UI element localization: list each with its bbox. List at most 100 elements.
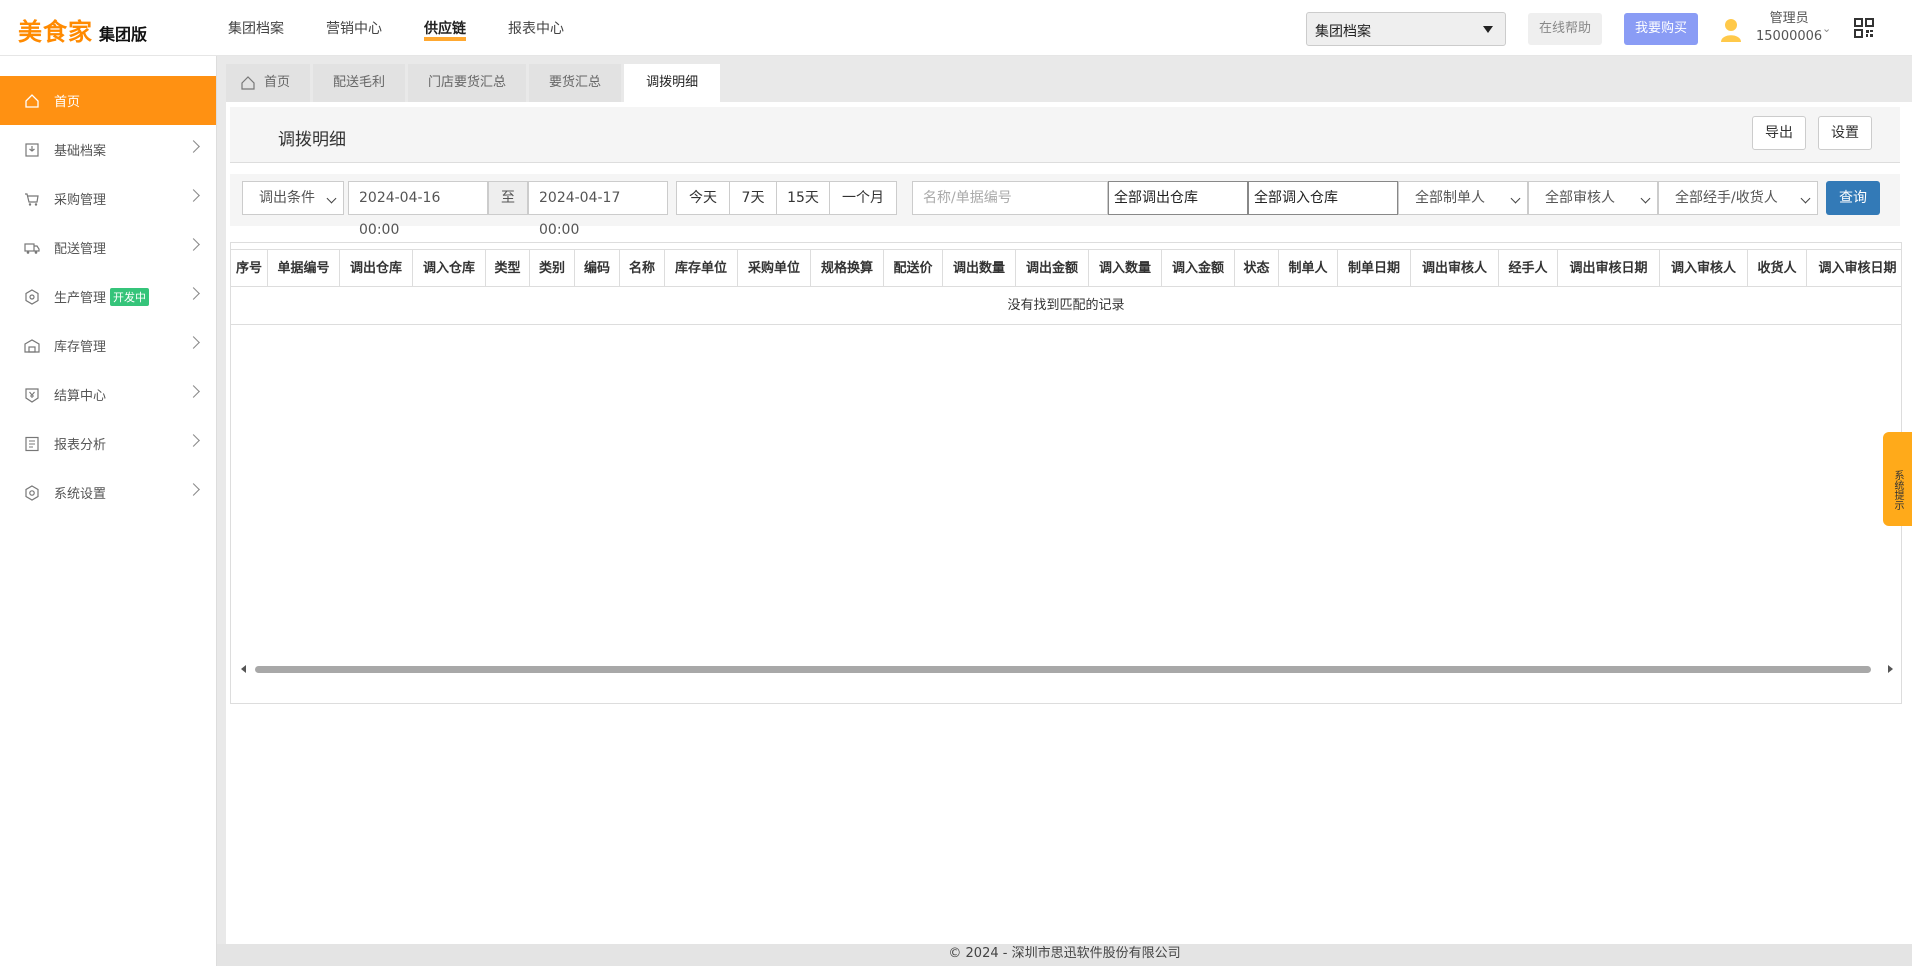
sidebar-item-inventory[interactable]: 库存管理 [0, 321, 216, 370]
tab-label: 要货汇总 [549, 75, 602, 90]
topnav-item-marketing[interactable]: 营销中心 [326, 18, 382, 38]
topnav-item-reports[interactable]: 报表中心 [508, 18, 564, 38]
quick-month-button[interactable]: 一个月 [829, 181, 897, 215]
date-range-separator: 至 [488, 181, 528, 215]
out-warehouse-select[interactable]: 全部调出仓库 [1108, 181, 1248, 215]
chevron-right-icon [187, 140, 200, 153]
sidebar-item-label: 库存管理 [54, 340, 107, 355]
sidebar-item-system-settings[interactable]: 系统设置 [0, 468, 216, 517]
chevron-right-icon [187, 189, 200, 202]
sidebar-item-settlement[interactable]: 结算中心 [0, 370, 216, 419]
sidebar-item-home[interactable]: 首页 [0, 76, 216, 125]
tab-label: 首页 [264, 75, 291, 90]
auditor-select[interactable]: 全部审核人 [1528, 181, 1658, 215]
sidebar-item-production[interactable]: 生产管理 开发中 [0, 272, 216, 321]
column-header[interactable]: 规格换算 [811, 250, 884, 287]
column-header[interactable]: 调出审核人 [1411, 250, 1499, 287]
tab-transfer-detail[interactable]: 调拨明细 [624, 64, 721, 102]
quick-15days-button[interactable]: 15天 [776, 181, 830, 215]
column-header[interactable]: 序号 [231, 250, 268, 287]
horizontal-scrollbar[interactable] [239, 663, 1895, 675]
buy-button[interactable]: 我要购买 [1624, 13, 1698, 45]
column-header[interactable]: 调入审核人 [1660, 250, 1748, 287]
in-warehouse-select[interactable]: 全部调入仓库 [1248, 181, 1398, 215]
quick-today-button[interactable]: 今天 [676, 181, 730, 215]
quick-7days-button[interactable]: 7天 [729, 181, 777, 215]
column-header[interactable]: 单据编号 [268, 250, 340, 287]
column-header[interactable]: 调出数量 [943, 250, 1016, 287]
export-button[interactable]: 导出 [1752, 116, 1806, 150]
column-header[interactable]: 采购单位 [738, 250, 811, 287]
topnav-item-group-archive[interactable]: 集团档案 [228, 18, 284, 38]
column-header[interactable]: 配送价 [884, 250, 943, 287]
system-tip-tab[interactable]: 系统提示 [1883, 432, 1912, 526]
column-header[interactable]: 制单日期 [1338, 250, 1411, 287]
report-icon [25, 436, 39, 451]
module-select-value: 集团档案 [1315, 24, 1371, 40]
table-header: 序号 单据编号 调出仓库 调入仓库 类型 类别 编码 名称 库存单位 采购单位 … [231, 249, 1901, 287]
settings-icon [25, 484, 39, 501]
tab-label: 门店要货汇总 [428, 75, 507, 90]
column-header[interactable]: 类型 [486, 250, 530, 287]
column-header[interactable]: 状态 [1235, 250, 1279, 287]
production-icon [25, 288, 39, 305]
column-header[interactable]: 调出仓库 [340, 250, 413, 287]
warehouse-icon [24, 338, 40, 353]
chevron-right-icon [187, 483, 200, 496]
date-from-input[interactable]: 2024-04-16 00:00 [348, 181, 488, 238]
column-header[interactable]: 名称 [620, 250, 665, 287]
qrcode-icon[interactable] [1854, 18, 1874, 38]
archive-icon [25, 142, 39, 157]
user-role: 管理员 [1769, 11, 1809, 26]
caret-down-icon [1483, 26, 1493, 33]
column-header[interactable]: 调入审核日期 [1807, 250, 1901, 287]
sidebar-item-basic-archive[interactable]: 基础档案 [0, 125, 216, 174]
scroll-left-icon[interactable] [241, 665, 246, 673]
user-info[interactable]: 管理员 15000006 [1756, 10, 1822, 46]
user-avatar-icon[interactable] [1720, 18, 1742, 42]
tab-store-requisition-summary[interactable]: 门店要货汇总 [408, 64, 527, 102]
home-icon [25, 93, 39, 108]
user-id: 15000006 [1756, 29, 1823, 44]
column-header[interactable]: 类别 [530, 250, 575, 287]
chevron-right-icon [187, 238, 200, 251]
sidebar-item-purchase[interactable]: 采购管理 [0, 174, 216, 223]
column-header[interactable]: 调入数量 [1089, 250, 1162, 287]
sidebar-item-distribution[interactable]: 配送管理 [0, 223, 216, 272]
module-select[interactable]: 集团档案 [1306, 12, 1506, 46]
column-header[interactable]: 经手人 [1499, 250, 1558, 287]
sidebar: 首页 基础档案 采购管理 配送管理 生产管理 开发中 库存管理 结算中心 报表分… [0, 56, 217, 966]
home-icon [241, 76, 255, 90]
column-header[interactable]: 调出审核日期 [1558, 250, 1660, 287]
app-logo[interactable]: 美食家 集团版 [18, 12, 147, 47]
search-input[interactable]: 名称/单据编号 [912, 181, 1108, 215]
tab-home[interactable]: 首页 [226, 64, 311, 102]
column-header[interactable]: 制单人 [1279, 250, 1338, 287]
column-header[interactable]: 调入金额 [1162, 250, 1235, 287]
sidebar-item-report-analysis[interactable]: 报表分析 [0, 419, 216, 468]
topnav-item-supply-chain[interactable]: 供应链 [424, 18, 466, 41]
column-header[interactable]: 调入仓库 [413, 250, 486, 287]
column-header[interactable]: 库存单位 [665, 250, 738, 287]
query-button[interactable]: 查询 [1826, 181, 1880, 215]
chevron-right-icon [187, 385, 200, 398]
chevron-right-icon [187, 434, 200, 447]
column-header[interactable]: 编码 [575, 250, 620, 287]
online-help-button[interactable]: 在线帮助 [1528, 13, 1602, 45]
settings-button[interactable]: 设置 [1818, 116, 1872, 150]
tab-delivery-gross-profit[interactable]: 配送毛利 [313, 64, 406, 102]
chevron-down-icon[interactable]: ⌄ [1822, 22, 1831, 35]
handler-select[interactable]: 全部经手/收货人 [1658, 181, 1818, 215]
filter-bar: 调出条件 2024-04-16 00:00 至 2024-04-17 00:00… [230, 174, 1900, 238]
creator-select[interactable]: 全部制单人 [1398, 181, 1528, 215]
column-header[interactable]: 调出金额 [1016, 250, 1089, 287]
tab-label: 配送毛利 [333, 75, 386, 90]
column-header[interactable]: 收货人 [1748, 250, 1807, 287]
page-title-bar: 调拨明细 导出 设置 [230, 107, 1900, 163]
scrollbar-thumb[interactable] [255, 666, 1871, 673]
footer-copyright: © 2024 - 深圳市思迅软件股份有限公司 [217, 944, 1912, 966]
scroll-right-icon[interactable] [1888, 665, 1893, 673]
date-to-input[interactable]: 2024-04-17 00:00 [528, 181, 668, 238]
condition-select[interactable]: 调出条件 [242, 181, 344, 215]
tab-requisition-summary[interactable]: 要货汇总 [529, 64, 622, 102]
